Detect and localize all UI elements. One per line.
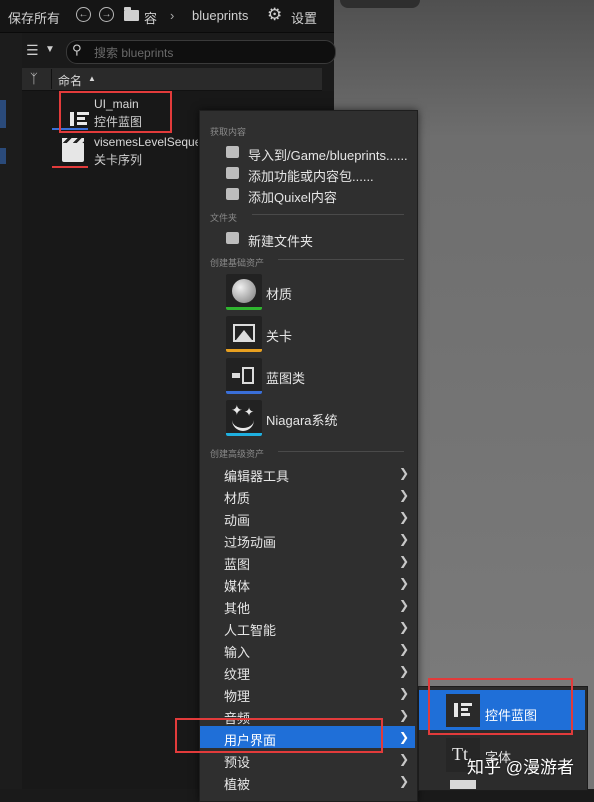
blueprint-class-icon [226,358,262,394]
section-title-folder: 文件夹 [210,213,238,223]
chevron-right-icon: ❯ [399,510,410,524]
forward-arrow-icon[interactable]: → [99,7,114,22]
section-divider [278,451,404,452]
filter-icon[interactable]: ☰ [26,42,39,59]
menu-item-physics[interactable]: 物理 [224,686,250,705]
chevron-down-icon[interactable]: ▼ [45,44,55,55]
menu-item-presets[interactable]: 预设 [224,752,250,771]
chevron-right-icon: ❯ [399,642,410,656]
menu-item-blueprint-class[interactable]: 蓝图类 [266,368,305,387]
asset-type-bar [52,166,88,168]
back-arrow-icon[interactable]: ← [76,7,91,22]
chevron-right-icon: ❯ [399,752,410,766]
watermark: 知乎 @漫游者 [467,758,574,777]
menu-item-material[interactable]: 材质 [266,284,292,303]
settings-button[interactable]: 设置 [291,8,317,27]
highlight-box [175,718,383,753]
source-selection-marker [0,148,6,164]
chevron-right-icon: ❯ [399,774,410,788]
material-icon [226,274,262,310]
chevron-right-icon: ❯ [399,466,410,480]
menu-item-import[interactable]: 导入到/Game/blueprints...... [248,145,408,164]
menu-item-input[interactable]: 输入 [224,642,250,661]
submenu-item-icon-partial [450,780,476,789]
level-icon [226,316,262,352]
chevron-right-icon: ❯ [399,620,410,634]
breadcrumb-current[interactable]: blueprints [192,8,248,23]
chevron-right-icon: ❯ [399,708,410,722]
niagara-icon: ✦ ✦ [226,400,262,436]
chevron-right-icon: ❯ [399,686,410,700]
chevron-right-icon: ❯ [399,532,410,546]
breadcrumb-parent[interactable]: 容 [144,8,157,27]
gear-icon[interactable]: ⚙ [267,5,282,25]
menu-item-editor-tools[interactable]: 编辑器工具 [224,466,289,485]
import-icon [226,146,239,158]
menu-item-miscellaneous[interactable]: 其他 [224,598,250,617]
save-all-button[interactable]: 保存所有 [8,8,60,27]
column-divider [51,69,52,89]
chevron-right-icon: ❯ [399,598,410,612]
search-icon: ⚲ [72,42,82,57]
chevron-right-icon: ❯ [399,730,410,744]
sources-panel-edge [0,33,22,789]
menu-item-media[interactable]: 媒体 [224,576,250,595]
menu-item-add-quixel[interactable]: 添加Quixel内容 [248,187,337,206]
section-title-get-content: 获取内容 [210,127,247,137]
menu-item-add-feature-pack[interactable]: 添加功能或内容包...... [248,166,374,185]
menu-item-new-folder[interactable]: 新建文件夹 [248,231,313,250]
menu-item-niagara[interactable]: Niagara系统 [266,410,338,429]
menu-item-texture[interactable]: 纹理 [224,664,250,683]
column-name-header[interactable]: 命名 [58,72,82,89]
source-selection-marker [0,100,6,128]
menu-item-level[interactable]: 关卡 [266,326,292,345]
asset-type: 关卡序列 [94,153,143,167]
chevron-right-icon: ❯ [399,488,410,502]
section-divider [252,214,404,215]
add-feature-pack-icon [226,167,239,179]
menu-item-animation[interactable]: 动画 [224,510,250,529]
menu-item-blueprint[interactable]: 蓝图 [224,554,250,573]
menu-item-foliage[interactable]: 植被 [224,774,250,793]
chevron-right-icon: ❯ [399,576,410,590]
folder-icon[interactable] [124,7,139,21]
chevron-right-icon: ❯ [399,554,410,568]
menu-item-ai[interactable]: 人工智能 [224,620,276,639]
section-divider [278,259,404,260]
viewport-corner [340,0,420,8]
menu-item-cinematics[interactable]: 过场动画 [224,532,276,551]
new-folder-icon [226,232,239,244]
section-title-advanced-assets: 创建高级资产 [210,449,265,459]
sort-ascending-icon[interactable]: ▲ [88,74,96,83]
menu-item-material-advanced[interactable]: 材质 [224,488,250,507]
asset-name: visemesLevelSeque [94,135,198,149]
section-title-basic-assets: 创建基础资产 [210,258,265,268]
chevron-right-icon: ❯ [399,664,410,678]
highlight-box [59,91,172,133]
search-placeholder: 搜索 blueprints [94,46,174,60]
source-control-icon[interactable]: ᛉ [30,71,38,86]
quixel-icon [226,188,239,200]
breadcrumb-separator-icon: › [170,8,175,23]
level-sequence-icon [58,136,94,166]
highlight-box [428,678,573,735]
